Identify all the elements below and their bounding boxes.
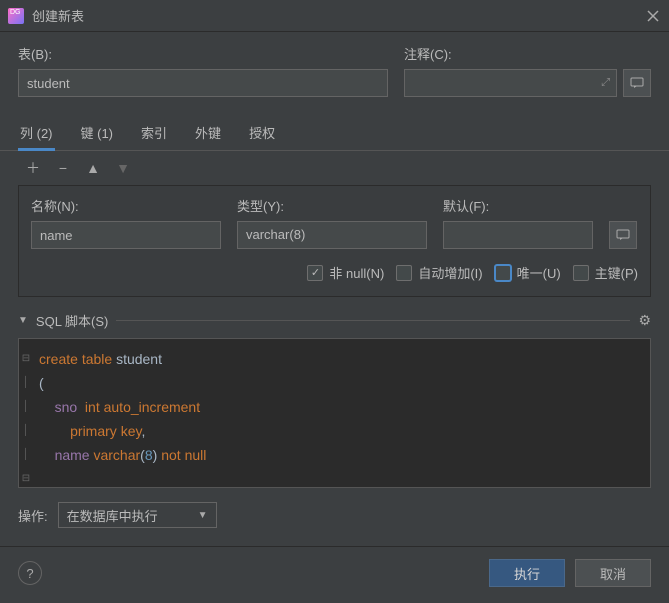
help-button[interactable]: ? bbox=[18, 561, 42, 585]
table-label: 表(B): bbox=[18, 44, 388, 63]
sql-section-title: SQL 脚本(S) bbox=[36, 311, 108, 330]
move-down-icon: ▼ bbox=[114, 159, 132, 177]
tab-keys[interactable]: 键 (1) bbox=[79, 117, 116, 150]
column-comment-button[interactable] bbox=[609, 221, 637, 249]
close-icon[interactable] bbox=[645, 8, 661, 24]
move-up-icon[interactable]: ▲ bbox=[84, 159, 102, 177]
unique-label: 唯一(U) bbox=[517, 263, 561, 282]
action-value: 在数据库中执行 bbox=[67, 506, 158, 525]
autoinc-checkbox[interactable]: 自动增加(I) bbox=[396, 263, 482, 282]
comment-dialog-button[interactable] bbox=[623, 69, 651, 97]
tab-indexes[interactable]: 索引 bbox=[139, 117, 169, 150]
default-header: 默认(F): bbox=[443, 196, 593, 215]
table-name-input[interactable] bbox=[18, 69, 388, 97]
action-label: 操作: bbox=[18, 506, 48, 525]
unique-checkbox[interactable]: 唯一(U) bbox=[495, 263, 561, 282]
sql-section-caret[interactable]: ▼ bbox=[18, 315, 28, 326]
name-header: 名称(N): bbox=[31, 196, 221, 215]
column-toolbar: ＋ − ▲ ▼ bbox=[18, 151, 651, 185]
execute-button[interactable]: 执行 bbox=[489, 559, 565, 587]
tabs: 列 (2) 键 (1) 索引 外键 授权 bbox=[0, 117, 669, 151]
remove-icon[interactable]: − bbox=[54, 159, 72, 177]
chevron-down-icon: ▼ bbox=[198, 510, 208, 521]
app-icon bbox=[8, 8, 24, 24]
gear-icon[interactable]: ⚙ bbox=[638, 312, 651, 329]
tab-grants[interactable]: 授权 bbox=[247, 117, 277, 150]
column-name-input[interactable] bbox=[31, 221, 221, 249]
notnull-label: 非 null(N) bbox=[329, 263, 384, 282]
expand-icon[interactable]: ⤢ bbox=[601, 77, 610, 90]
type-header: 类型(Y): bbox=[237, 196, 427, 215]
pk-checkbox[interactable]: 主键(P) bbox=[573, 263, 638, 282]
add-icon[interactable]: ＋ bbox=[24, 159, 42, 177]
sql-editor[interactable]: ⊟││││⊟ create table student ( sno int au… bbox=[18, 338, 651, 488]
cancel-button[interactable]: 取消 bbox=[575, 559, 651, 587]
autoinc-label: 自动增加(I) bbox=[418, 263, 482, 282]
divider bbox=[116, 320, 630, 321]
tab-foreign-keys[interactable]: 外键 bbox=[193, 117, 223, 150]
comment-input[interactable]: ⤢ bbox=[404, 69, 617, 97]
pk-label: 主键(P) bbox=[595, 263, 638, 282]
column-default-input[interactable] bbox=[443, 221, 593, 249]
comment-label: 注释(C): bbox=[404, 44, 651, 63]
tab-columns[interactable]: 列 (2) bbox=[18, 117, 55, 150]
column-type-input[interactable]: varchar(8) bbox=[237, 221, 427, 249]
column-editor: 名称(N): 类型(Y): 默认(F): varchar(8) 非 null(N… bbox=[18, 185, 651, 297]
action-select[interactable]: 在数据库中执行 ▼ bbox=[58, 502, 217, 528]
window-title: 创建新表 bbox=[32, 6, 645, 25]
notnull-checkbox[interactable]: 非 null(N) bbox=[307, 263, 384, 282]
